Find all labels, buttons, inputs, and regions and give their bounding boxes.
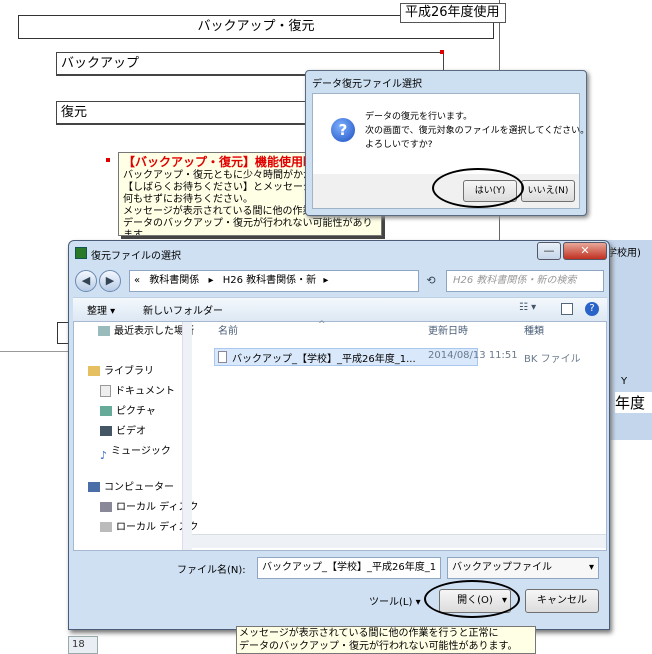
nav-item-library[interactable]: ライブラリ: [88, 362, 154, 382]
minimize-button[interactable]: —: [537, 242, 561, 260]
horizontal-scrollbar[interactable]: [192, 534, 606, 548]
back-button[interactable]: ◀: [75, 270, 97, 292]
note-line: データのバックアップ・復元が行われない可能性があります。: [239, 641, 518, 652]
question-icon: ?: [331, 118, 355, 142]
nav-item-pictures[interactable]: ピクチャ: [100, 402, 156, 422]
sort-up-icon: ^: [318, 320, 326, 330]
new-folder-button[interactable]: 新しいフォルダー: [143, 302, 223, 317]
recent-places-icon: [98, 326, 110, 336]
document-icon: [100, 385, 111, 397]
cell-text: 年度: [615, 392, 652, 413]
preview-pane-icon[interactable]: [561, 303, 573, 315]
filename-input[interactable]: バックアップ_【学校】_平成26年度_1: [257, 557, 441, 579]
view-icon[interactable]: ☷ ▾: [519, 302, 536, 313]
cancel-button[interactable]: キャンセル: [525, 589, 599, 613]
dialog-caption: データ復元ファイル選択: [312, 79, 422, 90]
file-type-select[interactable]: バックアップファイル ▾: [447, 557, 599, 579]
comment-marker: [106, 158, 110, 162]
command-bar: 整理 ▾ 新しいフォルダー ☷ ▾ ?: [73, 297, 607, 321]
close-button[interactable]: ✕: [563, 242, 607, 260]
filename-label: ファイル名(N):: [177, 565, 246, 576]
message-line: 次の画面で、復元対象のファイルを選択してください。: [365, 126, 590, 136]
breadcrumb-item[interactable]: 教科書関係: [149, 275, 199, 286]
message-line: データの復元を行います。: [365, 112, 473, 122]
file-type: BK ファイル: [524, 354, 581, 365]
note-line: データのバックアップ・復元が行われない可能性があります。: [123, 218, 373, 236]
video-icon: [100, 426, 112, 436]
column-date[interactable]: 更新日時: [428, 322, 468, 342]
file-browser: 最近表示した場所 ライブラリ ドキュメント ピクチャ ビデオ ♪ ミュージック コ…: [73, 320, 607, 551]
help-icon[interactable]: ?: [585, 302, 599, 316]
no-button[interactable]: いいえ(N): [521, 180, 575, 202]
nav-scrollbar[interactable]: [182, 322, 192, 550]
chevron-down-icon: ▾: [415, 597, 421, 608]
organize-button[interactable]: 整理 ▾: [87, 302, 115, 317]
file-date: 2014/08/13 11:51: [428, 350, 518, 361]
library-icon: [88, 366, 100, 376]
column-name[interactable]: 名前: [218, 322, 238, 342]
navigation-pane: 最近表示した場所 ライブラリ ドキュメント ピクチャ ビデオ ♪ ミュージック コ…: [74, 322, 198, 550]
highlight-ellipse: [432, 168, 524, 208]
highlight-ellipse: [424, 580, 520, 618]
breadcrumb-item[interactable]: H26 教科書関係・新: [223, 275, 316, 286]
dialog-footer: ファイル名(N): バックアップ_【学校】_平成26年度_1 バックアップファイ…: [73, 553, 607, 627]
music-icon: ♪: [100, 449, 108, 462]
computer-icon: [88, 482, 100, 492]
forward-button[interactable]: ▶: [99, 270, 121, 292]
chevron-right-icon[interactable]: ▸: [323, 275, 328, 286]
window-tab: 学校用): [607, 248, 641, 259]
drive-icon: [100, 502, 112, 512]
column-header: Y: [621, 376, 628, 387]
file-open-dialog: 復元ファイルの選択 — ✕ ◀ ▶ « 教科書関係 ▸ H26 教科書関係・新 …: [68, 240, 610, 630]
nav-item-videos[interactable]: ビデオ: [100, 422, 146, 442]
file-icon: [218, 351, 227, 363]
address-bar[interactable]: « 教科書関係 ▸ H26 教科書関係・新 ▸: [129, 270, 419, 292]
year-badge: 平成26年度使用: [400, 3, 506, 23]
chevron-right-icon[interactable]: ▸: [209, 275, 214, 286]
message-line: よろしいですか?: [365, 140, 433, 150]
row-number: 18: [68, 636, 98, 654]
comment-marker: [440, 50, 444, 54]
pictures-icon: [100, 406, 112, 416]
restore-button[interactable]: 復元: [56, 101, 306, 125]
chevron-down-icon: ▾: [588, 562, 594, 573]
nav-item-recent[interactable]: 最近表示した場所: [98, 322, 194, 342]
nav-item-documents[interactable]: ドキュメント: [100, 382, 175, 402]
search-input[interactable]: H26 教科書関係・新の検索: [446, 270, 604, 292]
file-name: バックアップ_【学校】_平成26年度_1...: [232, 354, 416, 365]
breadcrumb-overflow[interactable]: «: [134, 275, 140, 286]
drive-icon: [100, 522, 112, 532]
nav-item-computer[interactable]: コンピューター: [88, 478, 174, 498]
refresh-icon[interactable]: ⟲: [421, 271, 441, 291]
dialog-message: データの復元を行います。 次の画面で、復元対象のファイルを選択してください。 よ…: [365, 110, 589, 152]
nav-item-music[interactable]: ♪ ミュージック: [100, 442, 171, 462]
file-row[interactable]: バックアップ_【学校】_平成26年度_1... 2014/08/13 11:51…: [192, 348, 606, 366]
navigation-bar: ◀ ▶ « 教科書関係 ▸ H26 教科書関係・新 ▸ ⟲ H26 教科書関係・…: [73, 267, 607, 295]
tools-menu[interactable]: ツール(L) ▾: [369, 593, 421, 608]
excel-icon: [75, 247, 87, 259]
dialog-title: 復元ファイルの選択: [91, 251, 181, 262]
column-type[interactable]: 種類: [524, 322, 544, 342]
note-line: メッセージが表示されている間に他の作業を行うと正常に: [239, 628, 499, 639]
bottom-note: メッセージが表示されている間に他の作業を行うと正常に データのバックアップ・復元…: [236, 626, 536, 654]
